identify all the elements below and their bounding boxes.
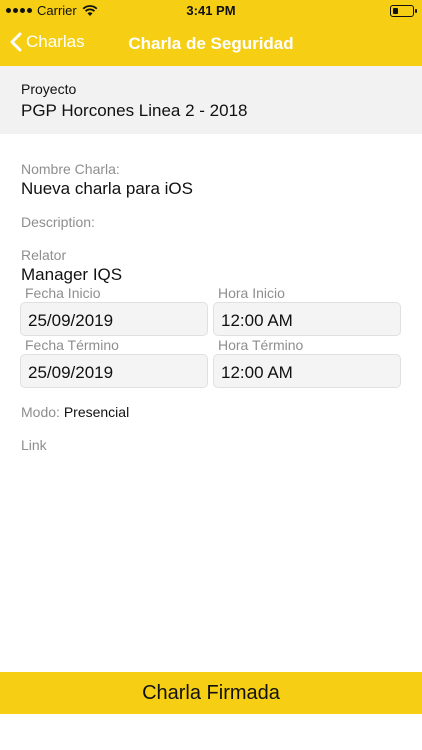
modo-label: Modo:	[21, 404, 60, 420]
nombre-charla-value: Nueva charla para iOS	[21, 179, 193, 198]
description-label: Description:	[21, 214, 95, 230]
status-time: 3:41 PM	[186, 3, 236, 18]
fecha-termino-label: Fecha Término	[25, 337, 119, 353]
page-title: Charla de Seguridad	[128, 34, 294, 53]
fecha-inicio-field[interactable]: 25/09/2019	[20, 302, 208, 336]
charla-firmada-button[interactable]: Charla Firmada	[0, 672, 422, 714]
hora-inicio-field[interactable]: 12:00 AM	[213, 302, 401, 336]
hora-inicio-label: Hora Inicio	[218, 285, 285, 301]
status-bar: Carrier 3:41 PM	[0, 0, 422, 22]
link-label: Link	[21, 437, 47, 453]
hora-termino-label: Hora Término	[218, 337, 304, 353]
relator-value: Manager IQS	[21, 265, 123, 284]
modo-value: Presencial	[63, 404, 130, 420]
nombre-charla-label: Nombre Charla:	[21, 161, 120, 177]
battery-icon	[390, 5, 417, 17]
modo-row: Modo: Presencial	[21, 404, 129, 420]
project-section: Proyecto PGP Horcones Linea 2 - 2018	[0, 66, 422, 134]
project-value: PGP Horcones Linea 2 - 2018	[21, 101, 248, 120]
project-label: Proyecto	[21, 81, 77, 97]
battery-fill	[392, 7, 398, 14]
fecha-inicio-label: Fecha Inicio	[25, 285, 101, 301]
navigation-bar: Charlas Charla de Seguridad	[0, 22, 422, 66]
relator-label: Relator	[21, 247, 67, 263]
hora-termino-field[interactable]: 12:00 AM	[213, 354, 401, 388]
fecha-termino-field[interactable]: 25/09/2019	[20, 354, 208, 388]
